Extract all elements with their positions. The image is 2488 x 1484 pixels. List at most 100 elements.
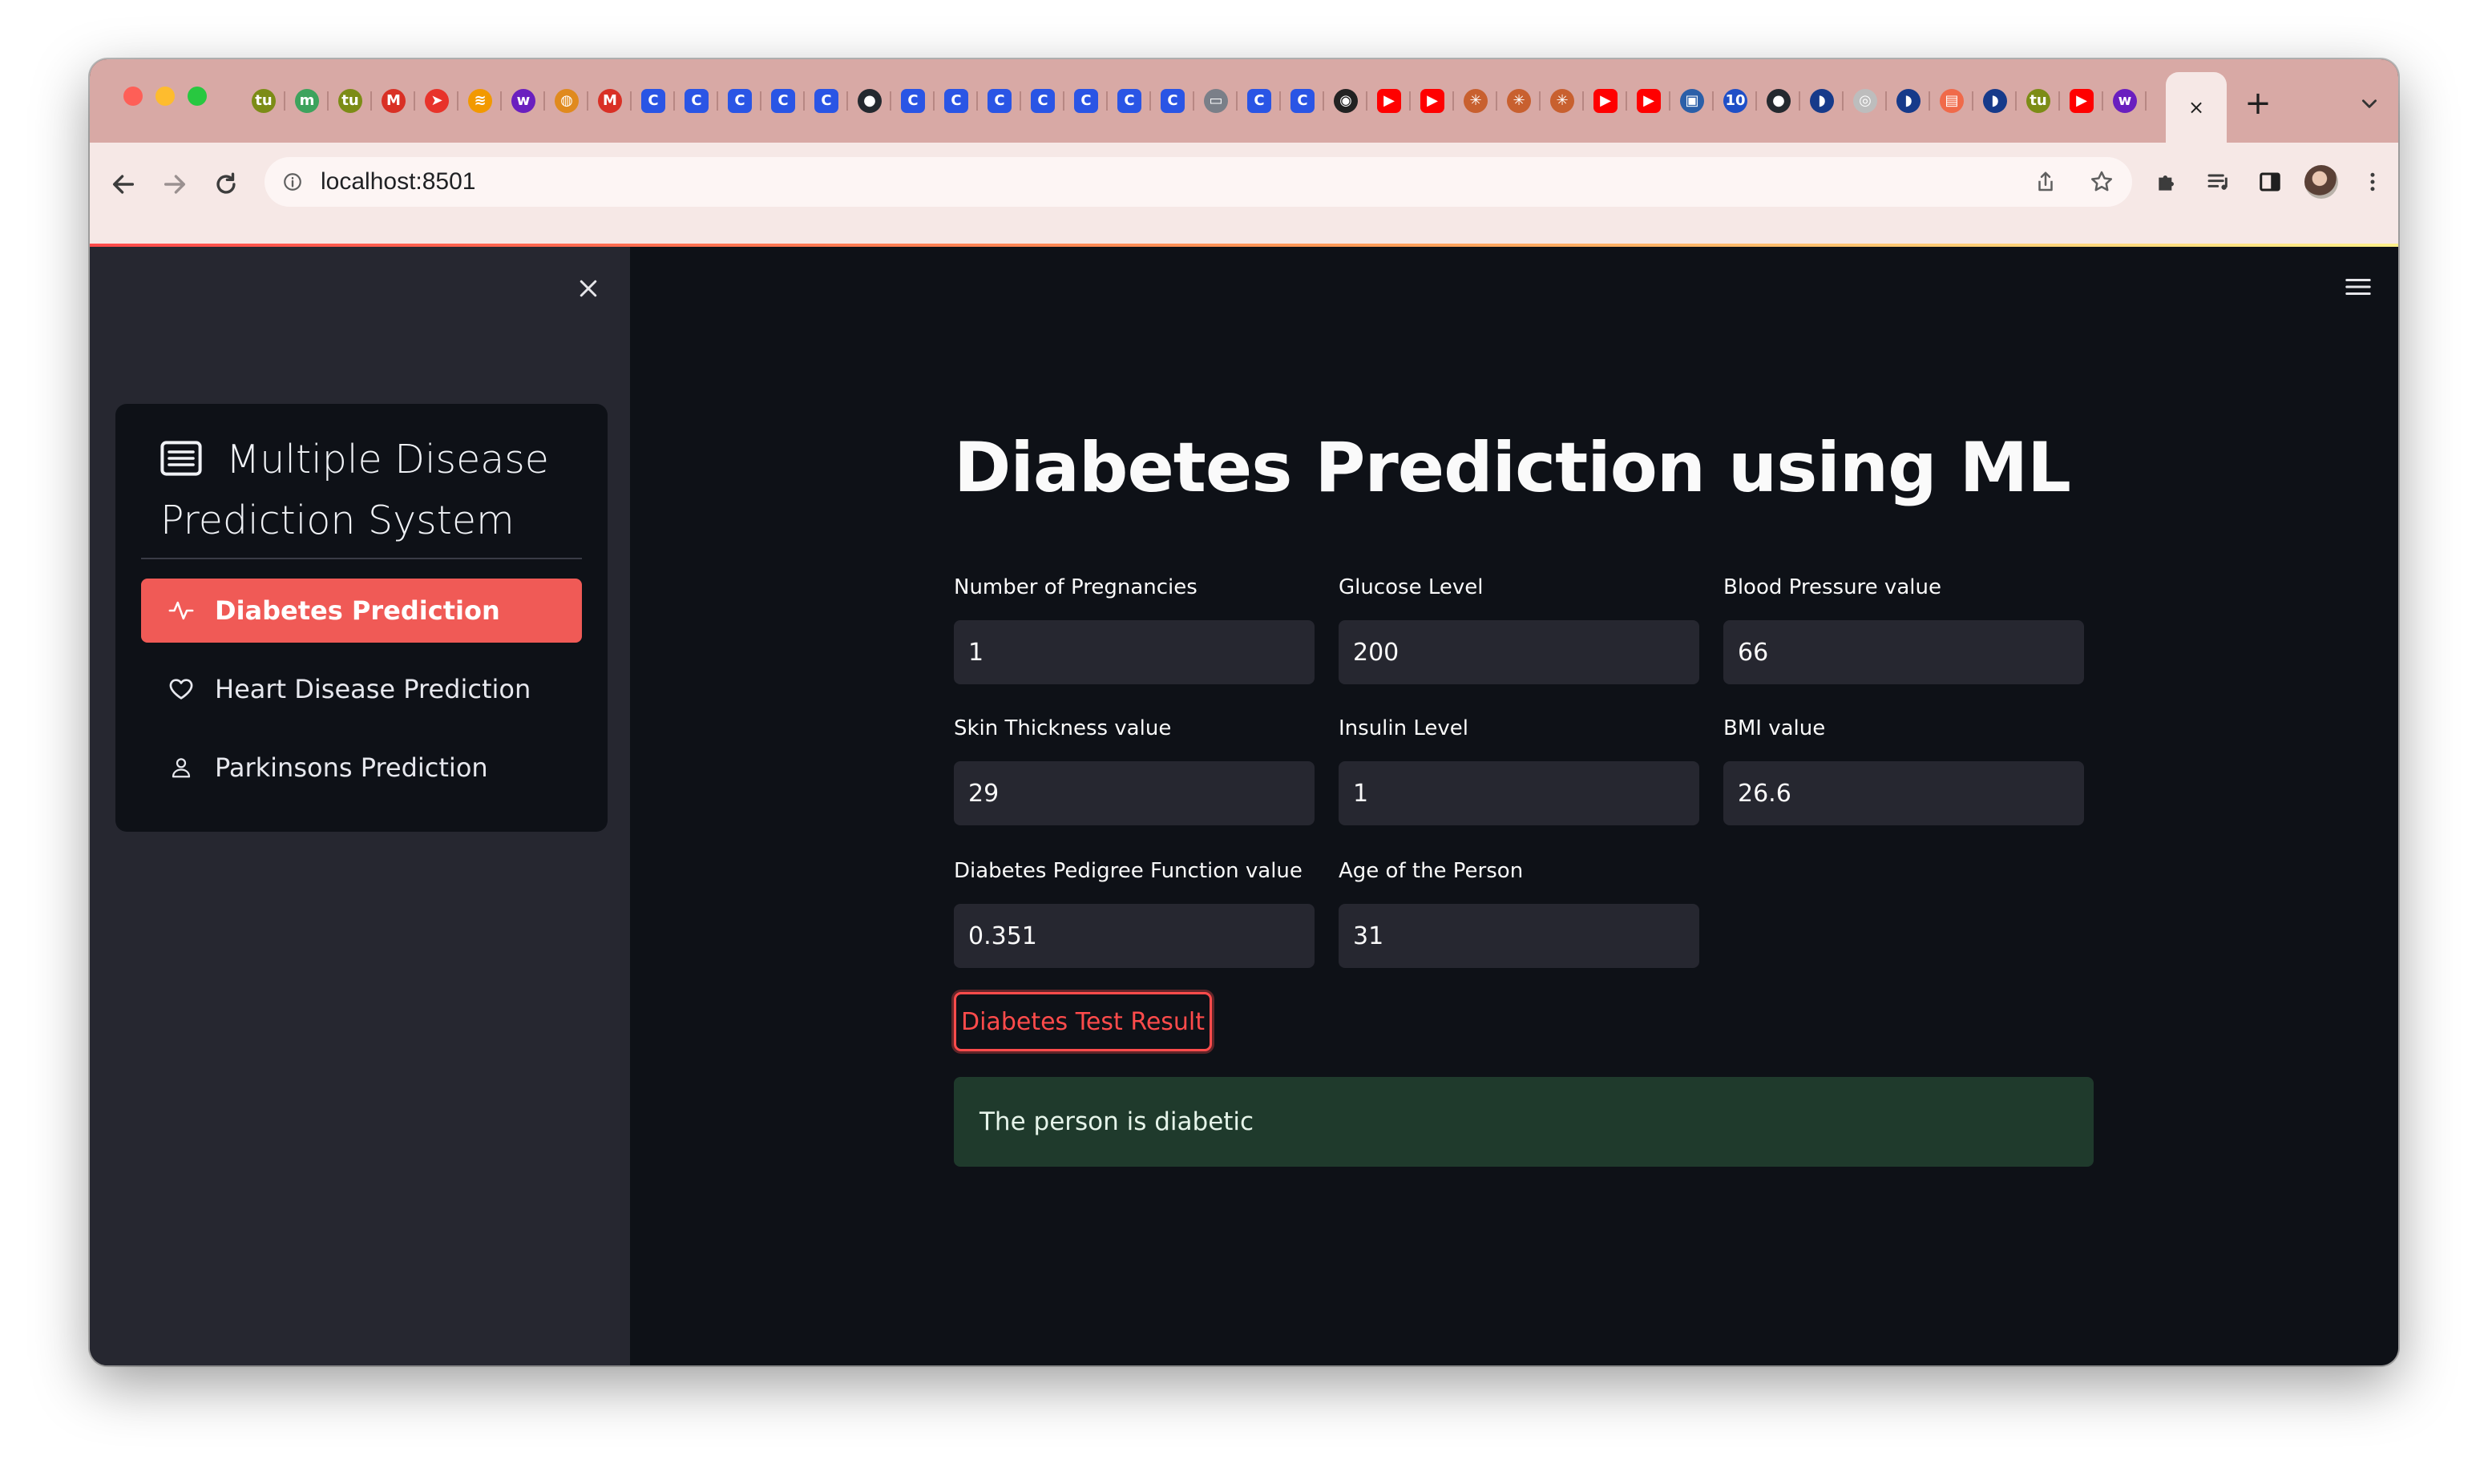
share-button[interactable] — [2023, 159, 2068, 204]
media-control-button[interactable] — [2196, 159, 2241, 204]
sidebar-item-heart-disease-prediction[interactable]: Heart Disease Prediction — [141, 657, 582, 721]
browser-menu-button[interactable] — [2350, 159, 2395, 204]
browser-tab[interactable]: C — [805, 83, 848, 119]
bmi-input[interactable] — [1723, 761, 2084, 825]
browser-tab[interactable]: tu — [329, 83, 372, 119]
browser-tab[interactable]: ▶ — [1411, 83, 1454, 119]
list-icon — [160, 434, 202, 492]
browser-tab[interactable]: tu — [242, 83, 285, 119]
browser-tab[interactable]: w — [2103, 83, 2147, 119]
browser-tab[interactable]: C — [935, 83, 978, 119]
browser-tab[interactable]: ◗ — [1973, 83, 2017, 119]
browser-tab[interactable]: ▶ — [1367, 83, 1411, 119]
sidebar-item-parkinsons-prediction[interactable]: Parkinsons Prediction — [141, 736, 582, 800]
diabetes-test-result-button[interactable]: Diabetes Test Result — [954, 992, 1212, 1051]
coursera-icon: C — [1290, 89, 1315, 113]
blood-pressure-input[interactable] — [1723, 620, 2084, 684]
new-tab-button[interactable]: + — [2238, 83, 2278, 123]
share-icon — [2038, 171, 2053, 192]
browser-tab[interactable]: ● — [1757, 83, 1800, 119]
browser-tab[interactable]: M — [588, 83, 632, 119]
browser-tab[interactable]: C — [1281, 83, 1324, 119]
browser-tab[interactable]: ▶ — [1584, 83, 1627, 119]
avatar — [2304, 165, 2338, 199]
browser-tab[interactable]: m — [285, 83, 329, 119]
browser-tab[interactable]: ✳ — [1497, 83, 1541, 119]
browser-tab[interactable]: C — [1151, 83, 1194, 119]
coursera-icon: C — [1074, 89, 1098, 113]
github-icon: ● — [858, 89, 882, 113]
browser-tab[interactable]: ◗ — [1800, 83, 1844, 119]
reload-button[interactable] — [204, 162, 248, 207]
browser-tab[interactable]: ➤ — [415, 83, 458, 119]
insulin-input[interactable] — [1339, 761, 1699, 825]
tab-close-icon[interactable]: × — [2184, 95, 2208, 119]
tab-strip: tu m tu M ➤ ≋ w ◍ M C C C C C ● C C C C C C C ▭ C C ◉ ▶ ▶ ✳ ✳ ✳ ▶ ▶ ▣ 10 ● ◗… — [90, 59, 2398, 143]
m-site-icon: m — [295, 89, 319, 113]
blood-pressure-label: Blood Pressure value — [1723, 575, 1941, 599]
browser-tab[interactable]: ◗ — [1887, 83, 1930, 119]
tab-search-button[interactable] — [2352, 83, 2387, 123]
coursera-icon: C — [728, 89, 752, 113]
age-input[interactable] — [1339, 904, 1699, 968]
sidebar-item-diabetes-prediction[interactable]: Diabetes Prediction — [141, 579, 582, 643]
side-panel-button[interactable] — [2248, 159, 2292, 204]
active-tab[interactable]: × — [2166, 72, 2227, 143]
sidebar-item-label: Parkinsons Prediction — [215, 752, 488, 783]
browser-tab[interactable]: C — [891, 83, 935, 119]
browser-tab[interactable]: M — [372, 83, 415, 119]
browser-tab[interactable]: 10 — [1714, 83, 1757, 119]
browser-tab[interactable]: C — [978, 83, 1021, 119]
forward-button[interactable] — [152, 162, 197, 207]
youtube-icon: ▶ — [1637, 89, 1661, 113]
skin-thickness-input[interactable] — [954, 761, 1315, 825]
browser-tab[interactable]: w — [502, 83, 545, 119]
address-bar[interactable]: localhost:8501 — [265, 157, 2132, 207]
browser-tab[interactable]: C — [632, 83, 675, 119]
arrow-site-icon: ➤ — [425, 89, 449, 113]
browser-tab[interactable]: ≋ — [458, 83, 502, 119]
profile-button[interactable] — [2299, 159, 2344, 204]
close-window-button[interactable] — [123, 87, 143, 106]
bookmark-button[interactable] — [2079, 159, 2124, 204]
browser-tab[interactable]: ◎ — [1844, 83, 1887, 119]
browser-tab[interactable]: ▣ — [1670, 83, 1714, 119]
browser-tab[interactable]: C — [1108, 83, 1151, 119]
browser-tab[interactable]: C — [761, 83, 805, 119]
browser-tab[interactable]: ● — [848, 83, 891, 119]
browser-tab[interactable]: ▤ — [1930, 83, 1973, 119]
puzzle-icon — [2159, 175, 2174, 191]
browser-tab[interactable]: ✳ — [1541, 83, 1584, 119]
browser-tab[interactable]: ▶ — [2060, 83, 2103, 119]
app-menu-button[interactable] — [2341, 269, 2376, 304]
browser-tab[interactable]: ✳ — [1454, 83, 1497, 119]
browser-tab[interactable]: C — [675, 83, 718, 119]
extensions-button[interactable] — [2145, 159, 2190, 204]
image-site-icon: ▭ — [1204, 89, 1228, 113]
asterisk-site-icon: ✳ — [1507, 89, 1531, 113]
glucose-input[interactable] — [1339, 620, 1699, 684]
browser-tab[interactable]: ▭ — [1194, 83, 1238, 119]
browser-tab[interactable]: ◍ — [545, 83, 588, 119]
coursera-icon: C — [944, 89, 968, 113]
pregnancies-input[interactable] — [954, 620, 1315, 684]
browser-tab[interactable]: ▶ — [1627, 83, 1670, 119]
tutorial-site-icon: tu — [338, 89, 362, 113]
browser-tab[interactable]: C — [718, 83, 761, 119]
gmail-icon: M — [382, 89, 406, 113]
zoom-window-button[interactable] — [188, 87, 207, 106]
browser-tab[interactable]: C — [1021, 83, 1064, 119]
browser-tab[interactable]: tu — [2017, 83, 2060, 119]
sidebar-close-button[interactable] — [571, 271, 606, 306]
minimize-window-button[interactable] — [156, 87, 175, 106]
url-text[interactable]: localhost:8501 — [321, 168, 475, 196]
browser-tab[interactable]: ◉ — [1324, 83, 1367, 119]
age-label: Age of the Person — [1339, 859, 1524, 883]
tutorial-site-icon: tu — [2026, 89, 2050, 113]
browser-tab[interactable]: C — [1238, 83, 1281, 119]
site-info-icon[interactable] — [265, 171, 321, 192]
back-button[interactable] — [101, 162, 146, 207]
activity-icon — [162, 597, 200, 624]
browser-tab[interactable]: C — [1064, 83, 1108, 119]
pedigree-input[interactable] — [954, 904, 1315, 968]
